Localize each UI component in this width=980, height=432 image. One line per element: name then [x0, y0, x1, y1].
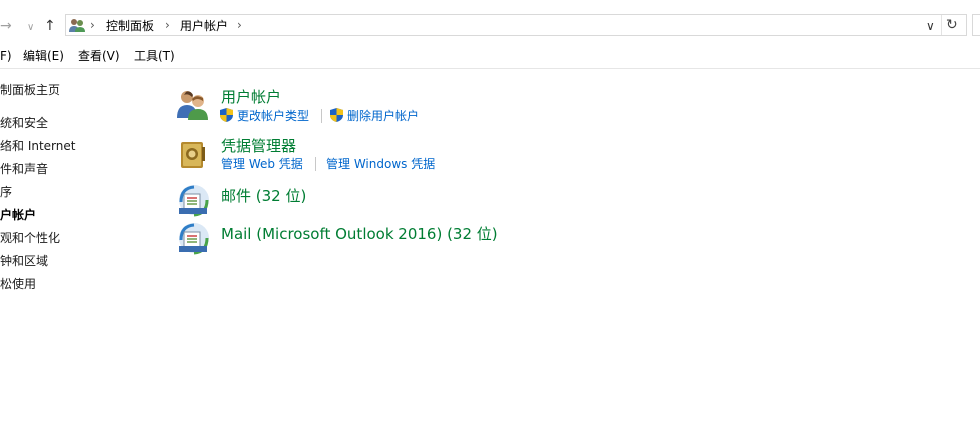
credential-manager-icon[interactable] [176, 137, 210, 171]
category-title-mail-32bit[interactable]: 邮件 (32 位) [221, 186, 306, 206]
forward-arrow-icon[interactable]: → [0, 17, 12, 35]
breadcrumb-separator: › [165, 18, 170, 32]
breadcrumb-user-accounts[interactable]: 用户帐户 [180, 18, 228, 34]
sidebar-item-system-security[interactable]: 统和安全 [0, 116, 48, 131]
recent-locations-chevron-icon[interactable]: ∨ [27, 19, 34, 37]
task-remove-user-accounts[interactable]: 删除用户帐户 [347, 109, 419, 124]
address-dropdown-icon[interactable]: ∨ [926, 18, 935, 34]
menu-file[interactable]: F) [0, 49, 12, 64]
sidebar-item-user-accounts[interactable]: 户帐户 [0, 208, 36, 223]
sidebar-item-ease-of-access[interactable]: 松使用 [0, 277, 36, 292]
sidebar-item-control-panel-home[interactable]: 制面板主页 [0, 83, 60, 98]
user-accounts-icon[interactable] [176, 88, 210, 122]
divider [315, 157, 316, 171]
shield-icon [330, 108, 343, 122]
task-manage-windows-credentials[interactable]: 管理 Windows 凭据 [326, 157, 435, 172]
menu-view[interactable]: 查看(V) [78, 49, 120, 64]
task-change-account-type[interactable]: 更改帐户类型 [237, 109, 309, 124]
sidebar-item-clock-region[interactable]: 钟和区域 [0, 254, 48, 269]
divider [941, 15, 942, 35]
refresh-icon[interactable]: ↻ [946, 16, 958, 34]
category-title-mail-outlook[interactable]: Mail (Microsoft Outlook 2016) (32 位) [221, 224, 498, 244]
up-arrow-icon[interactable]: ↑ [44, 17, 56, 35]
search-box[interactable] [972, 14, 980, 36]
sidebar-item-hardware-sound[interactable]: 件和声音 [0, 162, 48, 177]
sidebar-item-appearance[interactable]: 观和个性化 [0, 231, 60, 246]
category-title-user-accounts[interactable]: 用户帐户 [221, 87, 281, 107]
sidebar-item-network-internet[interactable]: 络和 Internet [0, 139, 75, 154]
mail-icon[interactable] [176, 222, 210, 256]
breadcrumb-control-panel[interactable]: 控制面板 [106, 18, 154, 34]
breadcrumb-separator: › [237, 18, 242, 32]
shield-icon [220, 108, 233, 122]
divider [321, 109, 322, 123]
menu-tools[interactable]: 工具(T) [134, 49, 175, 64]
category-title-credential-manager[interactable]: 凭据管理器 [221, 136, 296, 156]
navigation-bar: → ∨ ↑ › 控制面板 › 用户帐户 › ∨ ↻ [0, 0, 980, 50]
menu-bar: F) 编辑(E) 查看(V) 工具(T) [0, 44, 980, 69]
users-folder-icon [69, 19, 85, 32]
sidebar-item-programs[interactable]: 序 [0, 185, 12, 200]
breadcrumb-separator: › [90, 18, 95, 32]
mail-icon[interactable] [176, 184, 210, 218]
task-manage-web-credentials[interactable]: 管理 Web 凭据 [221, 157, 303, 172]
address-bar[interactable]: › 控制面板 › 用户帐户 › ∨ ↻ [65, 14, 967, 36]
menu-edit[interactable]: 编辑(E) [23, 49, 64, 64]
